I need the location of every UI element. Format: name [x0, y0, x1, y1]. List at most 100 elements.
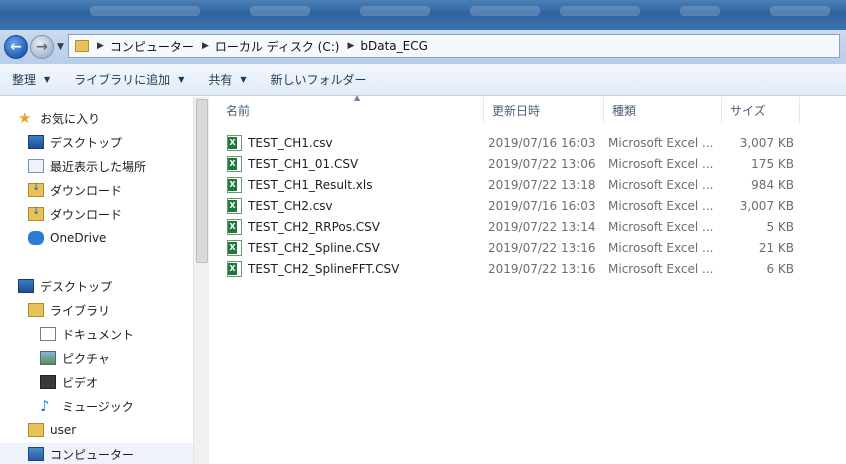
nav-item-downloads[interactable]: ダウンロード [28, 179, 122, 201]
file-row[interactable]: TEST_CH2_SplineFFT.CSV 2019/07/22 13:16 … [210, 259, 846, 280]
file-date: 2019/07/16 16:03 [488, 199, 596, 213]
column-header-label: 更新日時 [492, 103, 541, 118]
add-to-library-label: ライブラリに追加 [74, 73, 171, 87]
file-name: TEST_CH2_Spline.CSV [248, 241, 380, 255]
nav-item-recent[interactable]: 最近表示した場所 [28, 155, 146, 177]
column-header-label: 種類 [612, 103, 637, 118]
file-date: 2019/07/22 13:14 [488, 220, 596, 234]
nav-item-downloads[interactable]: ダウンロード [28, 203, 122, 225]
file-name: TEST_CH1_Result.xls [248, 178, 373, 192]
breadcrumb-current-folder[interactable]: bData_ECG [360, 39, 428, 53]
nav-item-pictures[interactable]: ピクチャ [40, 347, 110, 369]
nav-item-desktop-favorite[interactable]: デスクトップ [28, 131, 122, 153]
nav-item-videos[interactable]: ビデオ [40, 371, 98, 393]
file-row[interactable]: TEST_CH2.csv 2019/07/16 16:03 Microsoft … [210, 196, 846, 217]
nav-item-label: 最近表示した場所 [50, 159, 147, 174]
chevron-right-icon[interactable]: ▶ [97, 41, 104, 51]
breadcrumb-computer[interactable]: コンピューター [110, 38, 194, 55]
file-size: 3,007 KB [739, 136, 794, 150]
file-type: Microsoft Excel ... [608, 178, 714, 192]
folder-icon [75, 40, 89, 52]
chevron-down-icon: ▼ [44, 75, 51, 84]
nav-item-desktop[interactable]: デスクトップ [18, 275, 112, 297]
file-type: Microsoft Excel ... [608, 262, 714, 276]
nav-item-label: ビデオ [62, 375, 99, 390]
file-date: 2019/07/22 13:16 [488, 241, 596, 255]
title-blur [360, 6, 430, 16]
title-blur [470, 6, 540, 16]
music-note-icon: ♪ [40, 397, 50, 415]
nav-item-computer[interactable]: コンピューター [28, 443, 134, 464]
title-blur [250, 6, 310, 16]
file-name: TEST_CH2_RRPos.CSV [248, 220, 380, 234]
file-size: 21 KB [758, 241, 794, 255]
document-icon [40, 327, 56, 341]
nav-item-onedrive[interactable]: OneDrive [28, 227, 106, 249]
title-blur [90, 6, 200, 16]
scrollbar-thumb[interactable] [196, 99, 208, 263]
file-row[interactable]: TEST_CH1.csv 2019/07/16 16:03 Microsoft … [210, 133, 846, 154]
nav-item-music[interactable]: ♪ ミュージック [40, 395, 134, 417]
user-folder-icon [28, 423, 44, 437]
new-folder-label: 新しいフォルダー [270, 73, 367, 87]
file-name: TEST_CH1_01.CSV [248, 157, 359, 171]
nav-scrollbar[interactable] [193, 97, 209, 464]
file-name: TEST_CH2.csv [248, 199, 333, 213]
excel-file-icon [227, 240, 242, 256]
star-icon: ★ [18, 109, 32, 127]
file-type: Microsoft Excel ... [608, 157, 714, 171]
nav-item-documents[interactable]: ドキュメント [40, 323, 134, 345]
breadcrumb-local-disk[interactable]: ローカル ディスク (C:) [215, 38, 340, 55]
chevron-right-icon[interactable]: ▶ [202, 41, 209, 51]
nav-item-user[interactable]: user [28, 419, 76, 441]
nav-item-label: ドキュメント [62, 327, 135, 342]
address-row: ← → ▼ ▶ コンピューター ▶ ローカル ディスク (C:) ▶ bData… [0, 30, 846, 64]
file-name: TEST_CH1.csv [248, 136, 333, 150]
file-type: Microsoft Excel ... [608, 220, 714, 234]
share-button[interactable]: 共有 ▼ [196, 64, 258, 96]
file-size: 984 KB [751, 178, 794, 192]
column-header-type[interactable]: 種類 [604, 97, 722, 123]
new-folder-button[interactable]: 新しいフォルダー [259, 64, 379, 96]
nav-item-label: コンピューター [50, 447, 135, 462]
nav-item-label: ダウンロード [50, 207, 123, 222]
address-bar[interactable]: ▶ コンピューター ▶ ローカル ディスク (C:) ▶ bData_ECG [68, 34, 840, 58]
title-blur [680, 6, 720, 16]
excel-file-icon [227, 219, 242, 235]
file-list: 名前 ▲ 更新日時 種類 サイズ TEST_CH1.csv 2019/07/16… [210, 93, 846, 464]
nav-item-favorites[interactable]: ★ お気に入り [18, 107, 100, 129]
nav-item-label: デスクトップ [50, 135, 123, 150]
file-type: Microsoft Excel ... [608, 241, 714, 255]
cloud-icon [28, 231, 44, 245]
excel-file-icon [227, 135, 242, 151]
share-label: 共有 [208, 73, 233, 87]
nav-item-label: OneDrive [50, 231, 107, 245]
add-to-library-button[interactable]: ライブラリに追加 ▼ [62, 64, 196, 96]
column-header-label: サイズ [730, 103, 766, 118]
video-icon [40, 375, 56, 389]
chevron-right-icon[interactable]: ▶ [347, 41, 354, 51]
file-date: 2019/07/22 13:06 [488, 157, 596, 171]
file-row[interactable]: TEST_CH1_01.CSV 2019/07/22 13:06 Microso… [210, 154, 846, 175]
file-date: 2019/07/22 13:18 [488, 178, 596, 192]
library-icon [28, 303, 44, 317]
file-row[interactable]: TEST_CH2_Spline.CSV 2019/07/22 13:16 Mic… [210, 238, 846, 259]
column-header-name[interactable]: 名前 ▲ [218, 93, 484, 123]
organize-button[interactable]: 整理 ▼ [0, 64, 62, 96]
nav-item-label: お気に入り [40, 111, 101, 126]
navigation-pane: ★ お気に入り デスクトップ 最近表示した場所 ダウンロード ダウンロード On… [0, 97, 193, 464]
file-row[interactable]: TEST_CH2_RRPos.CSV 2019/07/22 13:14 Micr… [210, 217, 846, 238]
column-header-date[interactable]: 更新日時 [484, 97, 604, 123]
file-size: 175 KB [751, 157, 794, 171]
column-header-size[interactable]: サイズ [722, 97, 800, 123]
recent-places-icon [28, 159, 44, 173]
history-dropdown-icon[interactable]: ▼ [57, 42, 64, 52]
file-row[interactable]: TEST_CH1_Result.xls 2019/07/22 13:18 Mic… [210, 175, 846, 196]
back-button[interactable]: ← [4, 35, 28, 59]
window-title-bar [0, 0, 846, 30]
forward-button[interactable]: → [30, 35, 54, 59]
nav-item-libraries[interactable]: ライブラリ [28, 299, 110, 321]
picture-icon [40, 351, 56, 365]
organize-label: 整理 [12, 73, 37, 87]
nav-item-label: ライブラリ [50, 303, 111, 318]
